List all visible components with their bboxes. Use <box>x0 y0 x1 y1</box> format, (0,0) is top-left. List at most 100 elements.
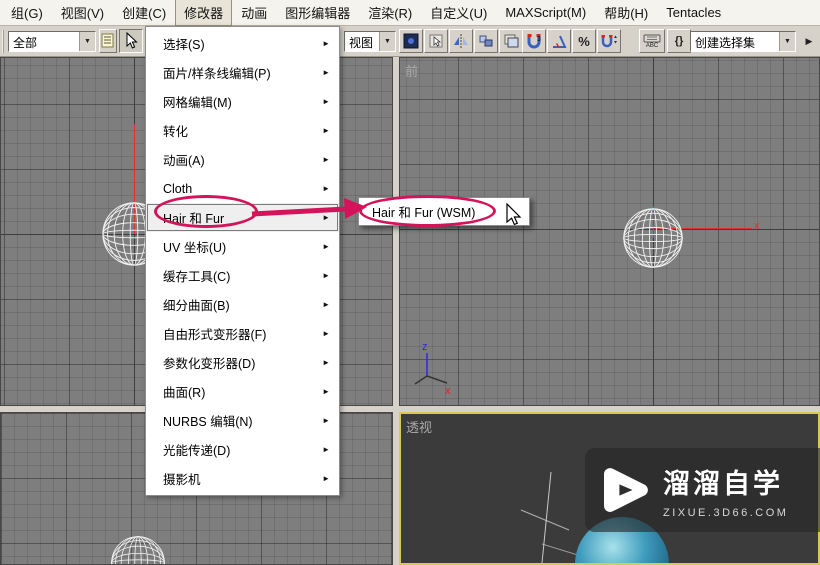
align-button[interactable] <box>474 29 498 53</box>
menubar-item-maxscript[interactable]: MAXScript(M) <box>496 1 595 24</box>
submenu-arrow-icon: ► <box>322 474 330 483</box>
submenu-arrow-icon: ► <box>322 126 330 135</box>
menubar-item-modifiers[interactable]: 修改器 <box>175 0 233 26</box>
angle-snap-button[interactable] <box>547 29 571 53</box>
select-and-manipulate-button[interactable] <box>424 29 448 53</box>
edit-named-selections-button[interactable]: {} <box>667 29 691 53</box>
named-sets-icon: {} <box>674 35 684 47</box>
menu-item-cache-tools[interactable]: 缓存工具(C) ► <box>146 261 339 290</box>
modifiers-menu: 选择(S) ► 面片/样条线编辑(P) ► 网格编辑(M) ► 转化 ► 动画(… <box>145 26 340 496</box>
play-logo-icon <box>604 468 648 512</box>
manipulate-icon <box>429 34 443 48</box>
menu-item-uv-coordinates[interactable]: UV 坐标(U) ► <box>146 232 339 261</box>
align-icon <box>479 35 493 47</box>
menu-item-selection[interactable]: 选择(S) ► <box>146 29 339 58</box>
submenu-arrow-icon: ► <box>322 39 330 48</box>
menubar-item-create[interactable]: 创建(C) <box>113 0 175 26</box>
menu-item-nurbs-editing[interactable]: NURBS 编辑(N) ► <box>146 406 339 435</box>
use-pivot-center-button[interactable] <box>399 29 423 53</box>
tripod-x-label: x <box>445 385 451 394</box>
watermark-title: 溜溜自学 <box>663 468 783 499</box>
select-cursor-icon <box>126 32 138 49</box>
submenu-arrow-icon: ► <box>322 97 330 106</box>
angle-snap-icon <box>553 35 567 48</box>
watermark: 溜溜自学 ZIXUE.3D66.COM <box>585 448 820 532</box>
axis-tripod: z x <box>414 341 451 394</box>
percent-icon: % <box>578 33 590 49</box>
menu-item-free-form-deformers[interactable]: 自由形式变形器(F) ► <box>146 319 339 348</box>
toolbar-overflow-arrow[interactable]: ▶ <box>801 29 817 53</box>
menu-item-animation[interactable]: 动画(A) ► <box>146 145 339 174</box>
reference-coordinate-combo[interactable]: 视图 ▼ <box>344 31 396 52</box>
keyboard-icon <box>643 34 661 42</box>
menu-item-subdivision-surfaces[interactable]: 细分曲面(B) ► <box>146 290 339 319</box>
hair-fur-submenu: Hair 和 Fur (WSM) <box>358 197 530 226</box>
submenu-arrow-icon: ► <box>322 300 330 309</box>
menubar-item-help[interactable]: 帮助(H) <box>595 0 657 26</box>
menubar-item-customize[interactable]: 自定义(U) <box>421 0 496 26</box>
menu-item-patch-spline-editing[interactable]: 面片/样条线编辑(P) ► <box>146 58 339 87</box>
menubar-item-graph-editors[interactable]: 图形编辑器 <box>276 0 359 26</box>
menubar-item-group[interactable]: 组(G) <box>2 0 52 26</box>
magnet-3-icon: 3 <box>527 34 541 49</box>
selection-filter-combo[interactable]: 全部 ▼ <box>8 31 96 52</box>
submenu-arrow-icon: ► <box>322 387 330 396</box>
viewport-front-label[interactable]: 前 <box>405 61 418 80</box>
select-object-button[interactable] <box>119 29 143 53</box>
name-list-icon <box>101 33 114 48</box>
spinner-snap-icon <box>601 35 617 48</box>
menu-item-conversion[interactable]: 转化 ► <box>146 116 339 145</box>
spinner-snap-button[interactable] <box>597 29 621 53</box>
keyboard-abc-label: ABC <box>645 42 659 49</box>
overflow-arrow-icon: ▶ <box>805 35 813 46</box>
menubar-item-tentacles[interactable]: Tentacles <box>657 1 730 24</box>
menu-item-radiosity[interactable]: 光能传递(D) ► <box>146 435 339 464</box>
tripod-z-label: z <box>422 341 428 353</box>
menubar-item-rendering[interactable]: 渲染(R) <box>359 0 421 26</box>
viewport-front[interactable]: 前 x z x <box>399 57 820 406</box>
submenu-arrow-icon: ► <box>322 184 330 193</box>
submenu-arrow-icon: ► <box>322 155 330 164</box>
reference-coordinate-value: 视图 <box>349 36 374 50</box>
submenu-arrow-icon: ► <box>322 329 330 338</box>
submenu-arrow-icon: ► <box>322 68 330 77</box>
toolbar-grip[interactable] <box>2 30 6 53</box>
mirror-button[interactable] <box>449 29 473 53</box>
snap-toggle-3d-button[interactable]: 3 <box>522 29 546 53</box>
chevron-down-icon: ▼ <box>79 32 95 51</box>
percent-snap-button[interactable]: % <box>572 29 596 53</box>
mirror-icon <box>454 34 468 48</box>
sphere-object[interactable] <box>110 535 166 565</box>
layer-manager-button[interactable] <box>499 29 523 53</box>
viewport-perspective-label[interactable]: 透视 <box>406 417 432 436</box>
named-selection-set-combo[interactable]: 创建选择集 ▼ <box>690 31 796 52</box>
layers-icon <box>504 34 519 48</box>
chevron-down-icon: ▼ <box>379 32 395 51</box>
x-axis-label: x <box>754 220 760 232</box>
menu-item-parametric-deformers[interactable]: 参数化变形器(D) ► <box>146 348 339 377</box>
submenu-arrow-icon: ► <box>322 416 330 425</box>
menu-bar: 组(G) 视图(V) 创建(C) 修改器 动画 图形编辑器 渲染(R) 自定义(… <box>0 0 820 26</box>
keyboard-override-button[interactable]: ABC <box>639 29 665 53</box>
menu-item-surface[interactable]: 曲面(R) ► <box>146 377 339 406</box>
3dsmax-window: 组(G) 视图(V) 创建(C) 修改器 动画 图形编辑器 渲染(R) 自定义(… <box>0 0 820 565</box>
menu-item-hair-and-fur-wsm[interactable]: Hair 和 Fur (WSM) <box>359 198 529 225</box>
main-toolbar: 全部 ▼ 视图 ▼ 3 % ABC {} 创建选择集 ▼ ▶ <box>0 26 820 57</box>
submenu-arrow-icon: ► <box>322 358 330 367</box>
submenu-arrow-icon: ► <box>322 271 330 280</box>
selection-filter-value: 全部 <box>13 36 38 50</box>
watermark-site: ZIXUE.3D66.COM <box>663 506 789 519</box>
menubar-item-views[interactable]: 视图(V) <box>52 0 113 26</box>
submenu-arrow-icon: ► <box>322 242 330 251</box>
menu-item-hair-and-fur[interactable]: Hair 和 Fur ► <box>146 203 339 232</box>
submenu-arrow-icon: ► <box>322 445 330 454</box>
menu-item-cloth[interactable]: Cloth ► <box>146 174 339 203</box>
menubar-item-animation[interactable]: 动画 <box>232 0 276 26</box>
menu-item-mesh-editing[interactable]: 网格编辑(M) ► <box>146 87 339 116</box>
submenu-arrow-icon: ► <box>322 213 330 222</box>
sphere-object[interactable] <box>622 207 684 269</box>
select-by-name-button[interactable] <box>99 29 117 53</box>
svg-text:3: 3 <box>537 36 541 43</box>
menu-item-cameras[interactable]: 摄影机 ► <box>146 464 339 493</box>
pivot-center-icon <box>403 33 419 49</box>
